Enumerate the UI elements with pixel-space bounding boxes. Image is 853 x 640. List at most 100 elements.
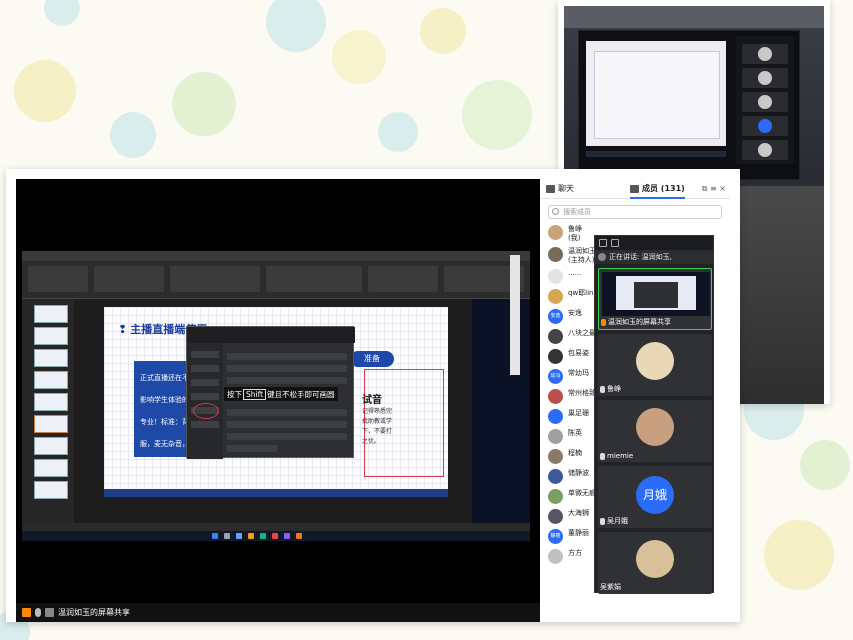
member-name: 八块之最 <box>568 329 596 337</box>
taskbar-app-icon[interactable] <box>248 533 254 539</box>
slide-thumbnail-panel <box>22 299 74 523</box>
menu-icon[interactable] <box>701 239 709 247</box>
mic-icon <box>600 517 605 525</box>
chat-icon <box>546 184 555 193</box>
settings-row[interactable] <box>227 353 347 360</box>
taskbar-app-icon[interactable] <box>296 533 302 539</box>
settings-row[interactable] <box>227 377 347 384</box>
photo-tile <box>742 116 788 136</box>
settings-row[interactable] <box>227 365 347 372</box>
ribbon-group[interactable] <box>368 266 438 292</box>
tile-label-text: 吴紫娟 <box>600 583 621 591</box>
panel-tabs: 聊天 成员 (131) ⧉ ≡ × <box>540 179 730 199</box>
tile-label-text: 鲁峥 <box>607 385 621 393</box>
avatar <box>758 95 772 109</box>
ribbon-group[interactable] <box>266 266 362 292</box>
slide-thumbnail[interactable] <box>34 327 68 345</box>
member-name: 鲁峥 (我) <box>568 225 582 243</box>
settings-button[interactable] <box>227 445 277 452</box>
search-placeholder: 搜索成员 <box>563 208 591 216</box>
tile-label-text: miemie <box>607 452 634 460</box>
bg-dot <box>44 0 80 26</box>
avatar <box>548 549 563 564</box>
avatar: 月娥 <box>636 476 674 514</box>
menu-icon[interactable]: ≡ <box>710 184 717 193</box>
speaking-indicator: 正在讲话: 温润如玉, <box>595 250 713 264</box>
tab-chat[interactable]: 聊天 <box>546 179 574 199</box>
share-preview <box>602 272 710 316</box>
avatar <box>636 408 674 446</box>
settings-nav-item[interactable] <box>191 351 219 358</box>
taskbar-app-icon[interactable] <box>260 533 266 539</box>
member-name: 常州格致 <box>568 389 596 397</box>
bg-dot <box>800 440 850 490</box>
tile-label: 温润如玉的屏幕共享 <box>601 317 671 327</box>
mic-icon[interactable] <box>35 608 41 617</box>
avatar <box>758 119 772 133</box>
tile-label-text: 吴月娥 <box>607 517 628 525</box>
grid-icon[interactable] <box>599 239 607 247</box>
annotation-toolbar[interactable] <box>510 255 520 375</box>
shortcut-hint: 按下 Shift 键且不松手即可画圆 <box>224 387 338 401</box>
member-search-input[interactable]: 搜索成员 <box>548 205 722 219</box>
member-name-text: 鲁峥 <box>568 225 582 233</box>
member-name: 陈英 <box>568 429 582 437</box>
video-tiles-panel: 正在讲话: 温润如玉, 温润如玉的屏幕共享 鲁峥 miemie 月娥 吴月娥 吴… <box>594 235 714 594</box>
annotation-circle <box>193 403 219 419</box>
member-name: 安逸 <box>568 309 582 317</box>
video-tile[interactable]: miemie <box>598 400 712 462</box>
slide-thumbnail[interactable] <box>34 371 68 389</box>
settings-nav-item[interactable] <box>191 421 219 428</box>
avatar <box>548 247 563 262</box>
slide-thumbnail[interactable] <box>34 481 68 499</box>
video-tile-screen-share[interactable]: 温润如玉的屏幕共享 <box>598 268 712 330</box>
video-tile[interactable]: 月娥 吴月娥 <box>598 466 712 528</box>
layout-icon[interactable] <box>611 239 619 247</box>
settings-nav-item[interactable] <box>191 393 219 400</box>
avatar: 安逸 <box>548 309 563 324</box>
member-role: (我) <box>568 234 581 242</box>
member-name: 巢足珊 <box>568 409 589 417</box>
tile-label: 吴紫娟 <box>600 582 621 592</box>
hint-text: 键且不松手即可画圆 <box>267 390 335 399</box>
taskbar-app-icon[interactable] <box>236 533 242 539</box>
settings-row[interactable] <box>227 433 347 440</box>
slide-thumbnail[interactable] <box>34 305 68 323</box>
hint-key: Shift <box>243 389 267 400</box>
slide-thumbnail-selected[interactable] <box>34 415 68 433</box>
video-tile[interactable]: 吴紫娟 <box>598 532 712 594</box>
bg-dot <box>764 520 834 590</box>
slide-thumbnail[interactable] <box>34 459 68 477</box>
taskbar-app-icon[interactable] <box>224 533 230 539</box>
popout-icon[interactable]: ⧉ <box>702 184 708 193</box>
settings-row[interactable] <box>227 409 347 416</box>
tab-members[interactable]: 成员 (131) <box>630 179 685 199</box>
ribbon-group[interactable] <box>94 266 164 292</box>
avatar <box>548 389 563 404</box>
bg-dot <box>462 80 532 150</box>
bg-dot <box>266 0 326 52</box>
ribbon-group[interactable] <box>170 266 260 292</box>
slide-thumbnail[interactable] <box>34 437 68 455</box>
avatar <box>548 329 563 344</box>
close-icon[interactable]: × <box>719 184 726 193</box>
slide-thumbnail[interactable] <box>34 349 68 367</box>
photo-video-column <box>736 36 794 164</box>
slide-thumbnail[interactable] <box>34 393 68 411</box>
tab-chat-label: 聊天 <box>558 184 574 193</box>
video-tile[interactable]: 鲁峥 <box>598 334 712 396</box>
photo-slide <box>594 51 720 139</box>
member-name: 方方 <box>568 549 582 557</box>
settings-nav-item[interactable] <box>191 365 219 372</box>
screen-share-bar: 温润如玉的屏幕共享 <box>16 603 540 622</box>
settings-nav-item[interactable] <box>191 379 219 386</box>
photo-browser-bar <box>564 6 824 28</box>
ribbon-group[interactable] <box>28 266 88 292</box>
slide-right-text: 记得熟悉完 找助教或学 下，不要打 之优。 <box>362 407 442 447</box>
taskbar-app-icon[interactable] <box>284 533 290 539</box>
avatar <box>636 342 674 380</box>
taskbar-app-icon[interactable] <box>272 533 278 539</box>
bg-dot <box>420 8 466 54</box>
settings-row[interactable] <box>227 421 347 428</box>
start-icon[interactable] <box>212 533 218 539</box>
